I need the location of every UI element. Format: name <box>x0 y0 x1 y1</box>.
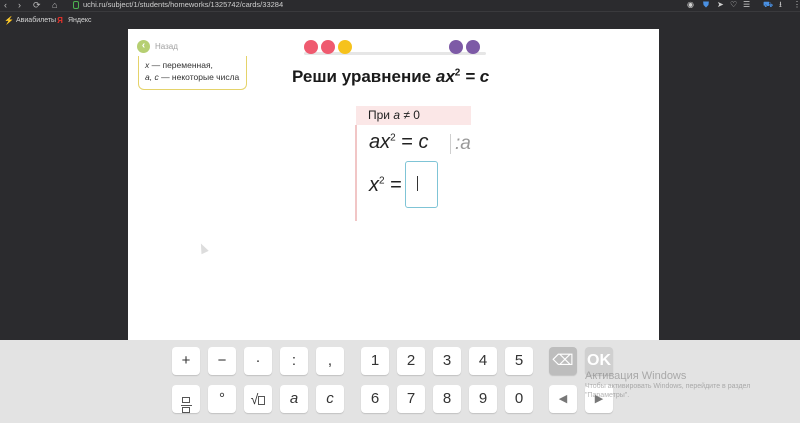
hint-text: — некоторые числа <box>158 72 240 82</box>
shield-icon[interactable]: ⛊ <box>703 0 709 10</box>
eq2-equals: = <box>384 174 402 196</box>
progress-dot <box>338 40 352 54</box>
cursor-left-key[interactable]: ◀ <box>549 385 577 413</box>
hint-text: — переменная, <box>149 60 213 70</box>
key-var-a[interactable]: a <box>280 385 308 413</box>
text-caret <box>417 176 418 191</box>
watermark-title: Активация Windows <box>585 370 687 382</box>
reload-icon[interactable]: ⟳ <box>33 0 41 11</box>
key-digit[interactable]: 0 <box>505 385 533 413</box>
lightning-icon: ⚡ <box>4 16 14 25</box>
hint-line-2: a, c — некоторые числа <box>145 71 240 83</box>
back-label: Назад <box>155 42 178 51</box>
hint-vars-ac: a, c <box>145 72 159 82</box>
task-title: Реши уравнение ax2 = c <box>292 67 489 87</box>
key-multiply[interactable]: · <box>244 347 272 375</box>
eq1-equals: = <box>395 131 419 153</box>
condition-prefix: При <box>368 108 394 122</box>
key-plus[interactable]: + <box>172 347 200 375</box>
heart-icon[interactable]: ♡ <box>730 0 737 10</box>
back-button[interactable]: ‹ Назад <box>137 40 178 53</box>
browser-toolbar: ‹ › ⟳ ⌂ uchi.ru/subject/1/students/homew… <box>0 0 800 11</box>
hint-line-1: x — переменная, <box>145 59 240 71</box>
bookmark-aviabilety[interactable]: ⚡ Авиабилеты <box>4 15 56 27</box>
yandex-icon: Я <box>57 16 63 25</box>
backspace-icon: ⌫ <box>552 352 574 369</box>
bookmark-yandex[interactable]: Я Яндекс <box>56 15 92 27</box>
progress-dot <box>449 40 463 54</box>
progress-dot <box>466 40 480 54</box>
key-fraction[interactable] <box>172 385 200 413</box>
condition-label: При a ≠ 0 <box>356 106 471 125</box>
back-arrow-icon[interactable]: ‹ <box>4 0 7 11</box>
chevron-left-icon: ‹ <box>137 40 150 53</box>
address-bar[interactable]: uchi.ru/subject/1/students/homeworks/132… <box>83 0 283 10</box>
key-digit[interactable]: 7 <box>397 385 425 413</box>
watermark-line-2: "Параметры". <box>585 392 630 399</box>
eq1-rhs: c <box>418 131 429 153</box>
sqrt-sign: √ <box>250 391 259 407</box>
hint-box: x — переменная, a, c — некоторые числа <box>138 56 247 90</box>
equation-step-2: x2 = <box>369 174 402 197</box>
lock-icon <box>73 1 79 9</box>
divide-operation: :a <box>455 133 471 154</box>
backspace-key[interactable]: ⌫ <box>549 347 577 375</box>
bookmarks-bar: ⚡ Авиабилеты Я Яндекс <box>0 11 800 29</box>
condition-rest: ≠ 0 <box>400 108 420 122</box>
key-sqrt[interactable]: √ <box>244 385 272 413</box>
send-icon[interactable]: ➤ <box>717 0 724 10</box>
eq1-lhs: ax <box>369 131 391 153</box>
key-digit[interactable]: 3 <box>433 347 461 375</box>
answer-input[interactable] <box>405 161 438 208</box>
home-icon[interactable]: ⌂ <box>52 0 57 11</box>
key-digit[interactable]: 9 <box>469 385 497 413</box>
key-digit[interactable]: 5 <box>505 347 533 375</box>
camera-icon[interactable]: ◉ <box>687 0 694 10</box>
key-var-c[interactable]: c <box>316 385 344 413</box>
bookmark-label: Авиабилеты <box>16 17 57 24</box>
key-digit[interactable]: 8 <box>433 385 461 413</box>
solution-rule <box>355 125 357 221</box>
title-text: Реши уравнение <box>292 67 432 86</box>
key-comma[interactable]: , <box>316 347 344 375</box>
watermark-line-1: Чтобы активировать Windows, перейдите в … <box>585 383 751 390</box>
more-icon[interactable]: ⋮ <box>793 0 800 10</box>
key-digit[interactable]: 2 <box>397 347 425 375</box>
windows-activation-watermark: Активация Windows Чтобы активировать Win… <box>585 370 750 400</box>
key-digit[interactable]: 6 <box>361 385 389 413</box>
title-rhs: = c <box>460 67 490 86</box>
var-c-label: c <box>326 390 334 407</box>
fraction-icon <box>180 397 192 413</box>
title-lhs: ax <box>435 67 455 86</box>
key-degree[interactable]: ° <box>208 385 236 413</box>
divide-separator <box>450 134 451 154</box>
key-minus[interactable]: − <box>208 347 236 375</box>
key-digit[interactable]: 4 <box>469 347 497 375</box>
forward-arrow-icon[interactable]: › <box>18 0 21 11</box>
download-icon[interactable]: ⭳ <box>779 0 782 10</box>
key-divide[interactable]: : <box>280 347 308 375</box>
sqrt-icon: √ <box>251 391 266 407</box>
key-digit[interactable]: 1 <box>361 347 389 375</box>
var-a-label: a <box>289 390 299 407</box>
progress-dot <box>304 40 318 54</box>
menu-icon[interactable]: ☰ <box>743 0 750 10</box>
progress-dot <box>321 40 335 54</box>
bookmark-label: Яндекс <box>68 17 92 24</box>
eq2-lhs: x <box>369 174 379 196</box>
equation-step-1: ax2 = c <box>369 131 428 154</box>
cart-icon[interactable]: ⛟ <box>763 0 773 10</box>
